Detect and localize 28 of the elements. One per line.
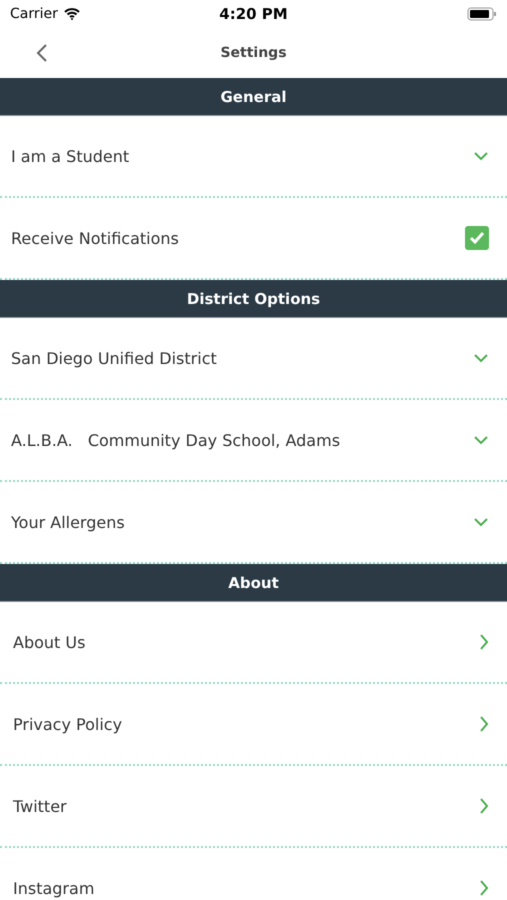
checkbox[interactable] [465, 226, 489, 250]
checkmark-icon [469, 231, 485, 245]
clock-time: 4:20 PM [219, 5, 288, 23]
setting-label[interactable]: Twitter [11, 796, 67, 816]
screen-title: Settings [220, 45, 287, 61]
setting-label[interactable]: About Us [11, 632, 86, 652]
setting-label[interactable]: Receive Notifications [11, 228, 179, 248]
wifi-icon [64, 8, 80, 20]
chevron-down-icon[interactable] [473, 517, 489, 527]
setting-label[interactable]: Privacy Policy [11, 714, 122, 734]
chevron-down-icon[interactable] [473, 151, 489, 161]
setting-label[interactable]: San Diego Unified District [11, 348, 217, 368]
carrier-label: Carrier [10, 6, 58, 22]
setting-label[interactable]: I am a Student [11, 146, 130, 166]
chevron-right-icon[interactable] [479, 715, 489, 733]
battery-icon [467, 7, 497, 21]
chevron-right-icon[interactable] [479, 797, 489, 815]
setting-label[interactable]: Instagram [11, 878, 94, 898]
section-header: District Options [0, 280, 507, 318]
setting-label[interactable]: Your Allergens [11, 512, 125, 532]
chevron-right-icon[interactable] [479, 879, 489, 897]
chevron-right-icon[interactable] [479, 633, 489, 651]
chevron-down-icon[interactable] [473, 435, 489, 445]
setting-label[interactable]: A.L.B.A. Community Day School, Adams [11, 430, 340, 450]
chevron-down-icon[interactable] [473, 353, 489, 363]
section-header: About [0, 564, 507, 602]
back-chevron-icon [36, 43, 48, 63]
section-header: General [0, 78, 507, 116]
